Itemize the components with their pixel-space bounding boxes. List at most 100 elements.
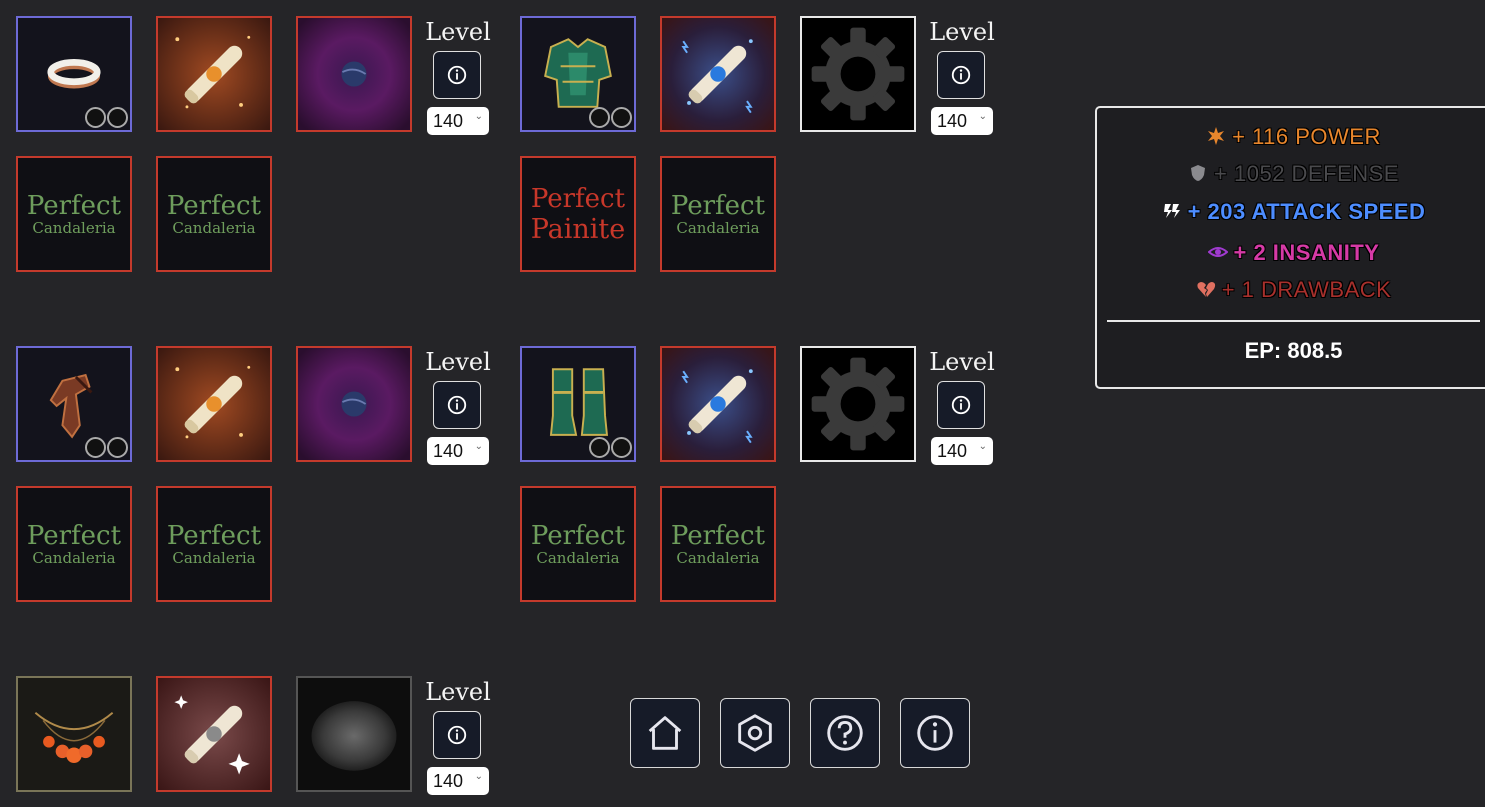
gloves-level-value: 140 xyxy=(433,440,464,461)
chest-gem-slot-2[interactable]: Perfect Candaleria xyxy=(660,156,776,272)
chest-item-slot[interactable] xyxy=(520,16,636,132)
chevron-down-icon: ⌄ xyxy=(978,441,987,452)
boots-gem-slot-2[interactable]: Perfect Candaleria xyxy=(660,486,776,602)
help-icon xyxy=(827,715,863,751)
broken-heart-icon xyxy=(1197,282,1215,297)
chevron-down-icon: ⌄ xyxy=(978,111,987,122)
empty-socket xyxy=(611,437,632,458)
about-button[interactable] xyxy=(900,698,970,768)
purple-orb-icon xyxy=(298,348,410,460)
attack-speed-text: + 203 ATTACK SPEED xyxy=(1187,199,1426,224)
boots-gem-slot-1[interactable]: Perfect Candaleria xyxy=(520,486,636,602)
gem-label: Perfect Candaleria xyxy=(670,190,766,237)
ring-level-label: Level xyxy=(425,18,491,46)
empty-socket xyxy=(107,437,128,458)
gloves-gem-slot-2[interactable]: Perfect Candaleria xyxy=(156,486,272,602)
ring-item-slot[interactable] xyxy=(16,16,132,132)
boots-level-value: 140 xyxy=(937,440,968,461)
chevron-down-icon: ⌄ xyxy=(474,111,483,122)
power-stat: + 116 POWER xyxy=(1097,124,1485,150)
eye-icon xyxy=(1207,247,1228,257)
starburst-icon xyxy=(1208,127,1225,145)
boots-info-button[interactable] xyxy=(937,381,985,429)
gloves-info-button[interactable] xyxy=(433,381,481,429)
blue-scroll-icon xyxy=(662,348,774,460)
amulet-info-button[interactable] xyxy=(433,711,481,759)
info-icon xyxy=(447,725,467,745)
boots-level-label: Level xyxy=(929,348,995,376)
chest-gem-slot-1[interactable]: Perfect Painite xyxy=(520,156,636,272)
chest-info-button[interactable] xyxy=(937,51,985,99)
chest-level-label: Level xyxy=(929,18,995,46)
amulet-item-icon xyxy=(34,712,114,763)
gloves-orb-slot[interactable] xyxy=(296,346,412,462)
gem-label: Perfect Candaleria xyxy=(26,520,122,567)
chest-enchant-scroll-slot[interactable] xyxy=(660,16,776,132)
ring-level-value: 140 xyxy=(433,110,464,131)
white-scroll-icon xyxy=(158,678,270,790)
insanity-text: + 2 INSANITY xyxy=(1233,240,1380,265)
amulet-level-label: Level xyxy=(425,678,491,706)
ring-info-button[interactable] xyxy=(433,51,481,99)
amulet-enchant-scroll-slot[interactable] xyxy=(156,676,272,792)
orange-scroll-icon xyxy=(158,18,270,130)
gloves-gem-slot-1[interactable]: Perfect Candaleria xyxy=(16,486,132,602)
orange-scroll-icon xyxy=(158,348,270,460)
chevron-down-icon: ⌄ xyxy=(474,441,483,452)
info-icon xyxy=(447,395,467,415)
empty-socket xyxy=(107,107,128,128)
insanity-stat: + 2 INSANITY xyxy=(1097,240,1485,266)
info-icon xyxy=(917,715,953,751)
stats-divider xyxy=(1107,320,1480,322)
chest-empty-gear-slot[interactable] xyxy=(800,16,916,132)
boots-empty-gear-slot[interactable] xyxy=(800,346,916,462)
info-icon xyxy=(951,65,971,85)
smoke-orb-icon xyxy=(298,678,410,790)
amulet-level-value: 140 xyxy=(433,770,464,791)
chest-level-select[interactable]: 140 ⌄ xyxy=(931,107,993,135)
gem-label: Perfect Candaleria xyxy=(166,520,262,567)
drawback-text: + 1 DRAWBACK xyxy=(1221,277,1392,302)
gloves-level-select[interactable]: 140 ⌄ xyxy=(427,437,489,465)
ring-level-select[interactable]: 140 ⌄ xyxy=(427,107,489,135)
empty-socket xyxy=(589,107,610,128)
home-icon xyxy=(648,716,682,750)
empty-socket xyxy=(589,437,610,458)
gem-label: Perfect Painite xyxy=(530,183,626,245)
gloves-enchant-scroll-slot[interactable] xyxy=(156,346,272,462)
empty-socket xyxy=(85,107,106,128)
power-text: + 116 POWER xyxy=(1232,124,1381,149)
chevron-down-icon: ⌄ xyxy=(474,771,483,782)
help-button[interactable] xyxy=(810,698,880,768)
ring-gem-slot-2[interactable]: Perfect Candaleria xyxy=(156,156,272,272)
gem-label: Perfect Candaleria xyxy=(166,190,262,237)
info-icon xyxy=(447,65,467,85)
ring-gem-slot-1[interactable]: Perfect Candaleria xyxy=(16,156,132,272)
amulet-smoke-slot[interactable] xyxy=(296,676,412,792)
amulet-item-slot[interactable] xyxy=(16,676,132,792)
home-button[interactable] xyxy=(630,698,700,768)
gloves-item-slot[interactable] xyxy=(16,346,132,462)
boots-enchant-scroll-slot[interactable] xyxy=(660,346,776,462)
boots-item-slot[interactable] xyxy=(520,346,636,462)
socket-pair xyxy=(589,107,632,128)
info-icon xyxy=(951,395,971,415)
defense-text: + 1052 DEFENSE xyxy=(1214,161,1399,186)
gem-label: Perfect Candaleria xyxy=(530,520,626,567)
attack-speed-stat: + 203 ATTACK SPEED xyxy=(1097,199,1485,225)
drawback-stat: + 1 DRAWBACK xyxy=(1097,277,1485,303)
socket-pair xyxy=(589,437,632,458)
gloves-level-label: Level xyxy=(425,348,491,376)
stats-panel: + 116 POWER + 1052 DEFENSE + 203 ATTACK … xyxy=(1095,106,1485,389)
ring-orb-slot[interactable] xyxy=(296,16,412,132)
purple-orb-icon xyxy=(298,18,410,130)
gear-placeholder-icon xyxy=(811,357,905,451)
socket-pair xyxy=(85,107,128,128)
defense-stat: + 1052 DEFENSE xyxy=(1097,161,1485,187)
ep-total: EP: 808.5 xyxy=(1244,338,1343,363)
ring-enchant-scroll-slot[interactable] xyxy=(156,16,272,132)
shield-icon xyxy=(1191,165,1206,181)
boots-level-select[interactable]: 140 ⌄ xyxy=(931,437,993,465)
amulet-level-select[interactable]: 140 ⌄ xyxy=(427,767,489,795)
settings-button[interactable] xyxy=(720,698,790,768)
